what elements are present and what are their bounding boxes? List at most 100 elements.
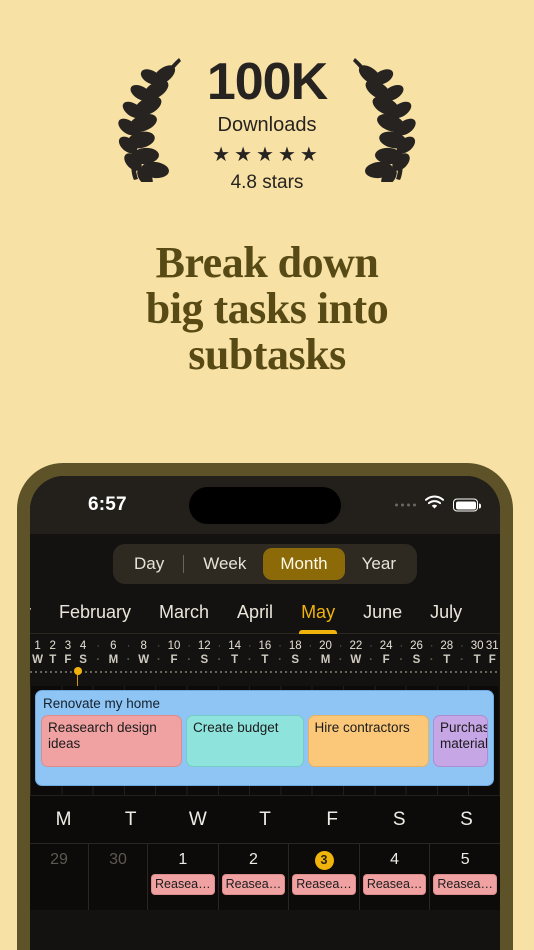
day-ruler-weekday: W	[138, 654, 150, 666]
gantt-timeline[interactable]: Renovate my home Reasearch design ideas …	[30, 686, 500, 796]
view-scale-segmented-control[interactable]: Day Week Month Year	[113, 544, 417, 584]
segment-week[interactable]: Week	[186, 548, 263, 580]
day-ruler-weekday: ·	[247, 654, 252, 666]
day-ruler-cell[interactable]: · ·	[182, 639, 197, 668]
day-ruler-cell[interactable]: 12 S	[197, 639, 212, 668]
calendar-event-chip[interactable]: Reasea…	[151, 874, 215, 895]
calendar-day-number: 2	[248, 851, 258, 868]
day-ruler-weekday: ·	[156, 654, 161, 666]
gantt-subtask-research-design-ideas[interactable]: Reasearch design ideas	[41, 715, 182, 767]
day-ruler-weekday: M	[320, 654, 331, 666]
day-ruler-cell[interactable]: · ·	[454, 639, 469, 668]
day-ruler-cell[interactable]: · ·	[151, 639, 166, 668]
day-ruler-number: 4	[79, 640, 87, 652]
page-title: Break down big tasks into subtasks	[0, 239, 534, 379]
month-tab-may[interactable]: May	[287, 602, 349, 634]
day-ruler-number: ·	[278, 640, 282, 652]
day-ruler-number: 30	[470, 640, 484, 652]
day-ruler-cell[interactable]: 24 F	[379, 639, 394, 668]
today-dot-marker-icon[interactable]	[73, 667, 82, 675]
day-ruler-number: ·	[247, 640, 252, 652]
calendar-day-cell[interactable]: 30	[89, 844, 149, 910]
battery-full-icon	[453, 498, 481, 512]
calendar-day-cell[interactable]: 29	[30, 844, 90, 910]
day-ruler-cell[interactable]: 10 F	[166, 639, 181, 668]
day-ruler-cell[interactable]: 1W	[30, 639, 45, 668]
day-ruler-cell[interactable]: 2T	[45, 639, 60, 668]
day-ruler-cell[interactable]: · ·	[121, 639, 136, 668]
gantt-subtask-purchase-materials[interactable]: Purchase materials	[432, 715, 489, 767]
calendar-day-cell[interactable]: 3 Reasea…	[289, 844, 360, 910]
day-ruler-number: 31	[485, 640, 499, 652]
day-ruler-cell[interactable]: 16 T	[257, 639, 272, 668]
calendar-event-chip[interactable]: Reasea…	[221, 874, 286, 895]
gantt-subtask-hire-contractors[interactable]: Hire contractors	[307, 715, 429, 767]
calendar-event-chip[interactable]: Reasea…	[433, 874, 497, 895]
calendar-day-cell[interactable]: 4 Reasea…	[360, 844, 431, 910]
gantt-parent-task-bar[interactable]: Renovate my home Reasearch design ideas …	[35, 690, 494, 786]
day-ruler-cell[interactable]: · ·	[242, 639, 257, 668]
day-ruler-cell[interactable]: · ·	[91, 639, 106, 668]
day-ruler-cell[interactable]: 14 T	[227, 639, 242, 668]
day-ruler-baseline	[30, 671, 500, 673]
calendar-week-row[interactable]: 29 30 1 Reasea… 2 Reasea… 3 Reasea… 4 Reasea… 5 Rea…	[30, 844, 500, 910]
gantt-subtask-create-budget[interactable]: Create budget	[185, 715, 304, 767]
day-ruler-number: 12	[197, 640, 211, 652]
day-ruler-number: 8	[140, 640, 147, 652]
laurel-branch-icon-left	[117, 52, 189, 187]
status-time: 6:57	[88, 494, 127, 515]
month-tab-june[interactable]: June	[349, 602, 416, 633]
day-ruler-cell[interactable]: 26 S	[409, 639, 424, 668]
day-ruler-cell[interactable]: · ·	[424, 639, 439, 668]
day-ruler-cell[interactable]: 20 M	[318, 639, 333, 668]
calendar-event-chip[interactable]: Reasea…	[362, 874, 427, 895]
month-tab-july[interactable]: July	[416, 602, 476, 633]
day-ruler-number: 14	[228, 640, 241, 652]
day-ruler-weekday: M	[108, 654, 119, 666]
calendar-day-cell[interactable]: 5 Reasea…	[430, 844, 500, 910]
day-ruler-cell[interactable]: 18 S	[288, 639, 303, 668]
day-ruler-number: 22	[349, 640, 363, 652]
month-tab-january-partial[interactable]: ry	[30, 602, 45, 633]
day-ruler-number: ·	[369, 640, 373, 652]
calendar-day-cell[interactable]: 2 Reasea…	[219, 844, 290, 910]
day-ruler-cell[interactable]: 4S	[75, 639, 90, 668]
day-ruler-weekday: ·	[399, 654, 404, 666]
downloads-label: Downloads	[217, 113, 317, 136]
day-ruler-cell[interactable]: 30 T	[470, 639, 485, 668]
day-ruler-number: 26	[410, 640, 423, 652]
calendar-event-chip[interactable]: Reasea…	[292, 874, 356, 895]
day-ruler-cell[interactable]: · ·	[333, 639, 348, 668]
day-ruler-cell[interactable]: 31 F	[485, 639, 500, 668]
view-scale-control-wrapper: Day Week Month Year	[30, 534, 500, 584]
day-ruler-cell[interactable]: · ·	[212, 639, 227, 668]
day-ruler-cell[interactable]: 6M	[106, 639, 121, 668]
day-ruler-number: 20	[319, 640, 332, 652]
day-ruler-number: 10	[167, 640, 181, 652]
segment-day[interactable]: Day	[117, 548, 181, 580]
day-ruler-cell[interactable]: 28 T	[439, 639, 454, 668]
day-ruler-weekday: F	[488, 654, 496, 666]
month-calendar-grid[interactable]: M T W T F S S 29 30 1 Reasea… 2 Reasea… 3 Reasea… 4 Rea…	[30, 796, 500, 910]
day-ruler-cell[interactable]: · ·	[273, 639, 288, 668]
day-ruler-cell[interactable]: · ·	[303, 639, 318, 668]
day-ruler-cell[interactable]: · ·	[363, 639, 378, 668]
day-ruler-cell[interactable]: 8W	[136, 639, 151, 668]
day-ruler-cell[interactable]: 3F	[60, 639, 75, 668]
day-ruler-number: 18	[288, 640, 302, 652]
calendar-weekday-label: T	[124, 808, 137, 830]
segment-year[interactable]: Year	[345, 548, 413, 580]
month-tab-april[interactable]: April	[223, 602, 287, 633]
day-ruler-weekday: T	[473, 654, 481, 666]
calendar-day-cell[interactable]: 1 Reasea…	[148, 844, 219, 910]
day-ruler-weekday: S	[79, 654, 87, 666]
month-tab-strip[interactable]: ry February March April May June July	[30, 584, 500, 634]
day-ruler[interactable]: 1 W 2 T 3 F 4 S · · 6 M · · 8 W · · 10 F · · 12 S · · 14 T · · 16 T · · 18…	[30, 634, 500, 688]
hero-section: 100K Downloads ★★★★★ 4.8 stars Break dow…	[0, 0, 534, 455]
day-ruler-cell[interactable]: 22 W	[348, 639, 363, 668]
segment-month[interactable]: Month	[263, 548, 345, 580]
month-tab-february[interactable]: February	[45, 602, 145, 633]
day-ruler-cell[interactable]: · ·	[394, 639, 409, 668]
month-tab-march[interactable]: March	[145, 602, 223, 633]
day-ruler-number: 16	[258, 640, 272, 652]
